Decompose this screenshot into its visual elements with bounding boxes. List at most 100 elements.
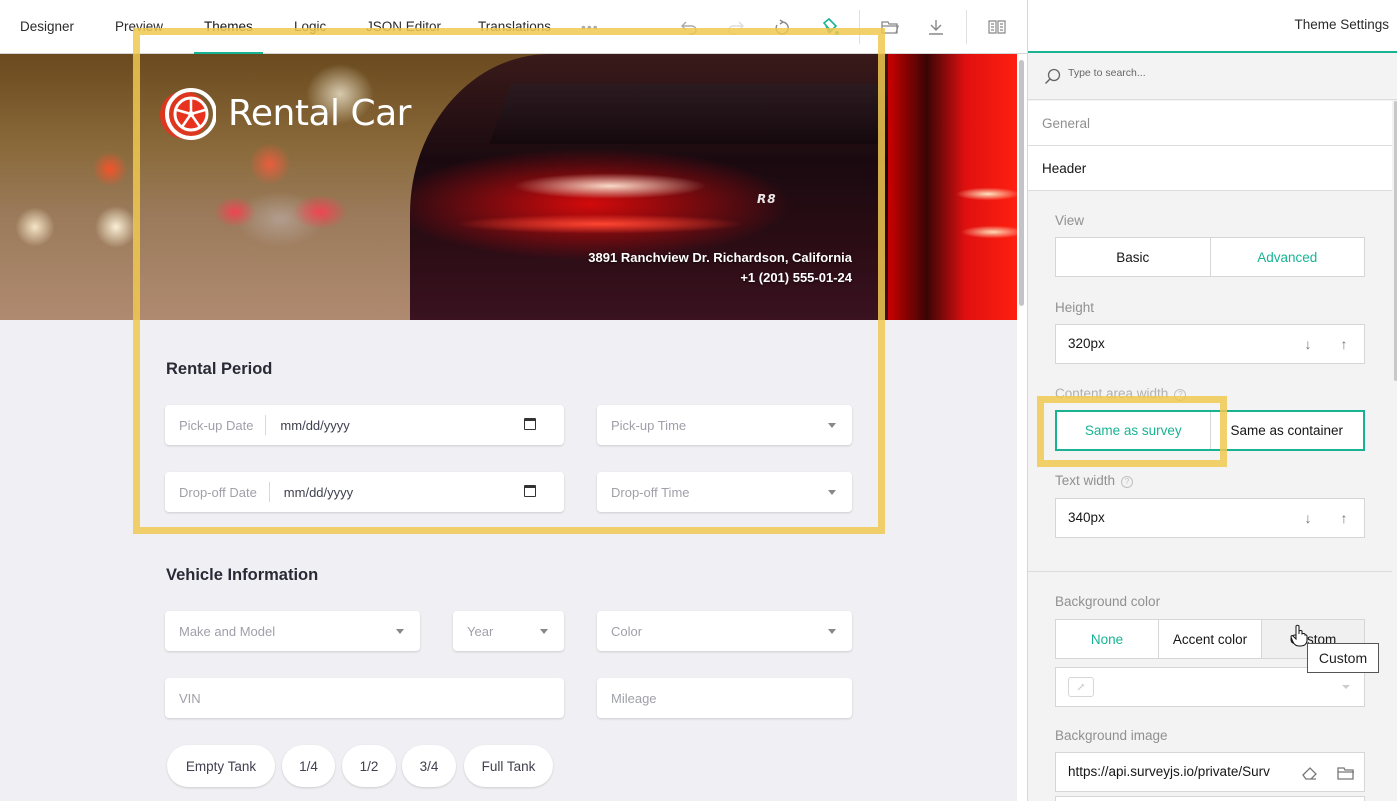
calendar-icon[interactable] [524,418,536,430]
year-dropdown[interactable]: Year [453,611,564,651]
pickup-date-field[interactable]: Pick-up Date mm/dd/yyyy [165,405,564,445]
text-width-input[interactable]: 340px ↓ ↑ [1055,498,1365,538]
height-input[interactable]: 320px ↓ ↑ [1055,324,1365,364]
fuel-option-three-quarter[interactable]: 3/4 [402,745,456,787]
chevron-down-icon [828,423,836,428]
content-width-toggle: Same as survey Same as container [1055,410,1365,451]
height-value[interactable]: 320px [1068,336,1105,351]
increase-arrow-icon[interactable]: ↑ [1334,499,1354,537]
vin-input[interactable]: VIN [165,678,564,718]
view-option-basic[interactable]: Basic [1056,238,1211,276]
content-width-label: Content area width? [1055,386,1187,401]
dropoff-date-value[interactable]: mm/dd/yyyy [284,485,353,500]
fuel-option-quarter[interactable]: 1/4 [282,745,335,787]
background-color-picker[interactable] [1055,667,1365,707]
open-folder-icon[interactable] [878,15,902,39]
theme-paint-icon[interactable] [818,15,842,39]
make-model-dropdown[interactable]: Make and Model [165,611,420,651]
fuel-option-empty[interactable]: Empty Tank [167,745,275,787]
red-light-blur [888,54,1017,320]
designer-toolbar: Designer Preview Themes Logic JSON Edito… [0,0,1027,54]
color-swatch[interactable] [1068,677,1094,697]
search-icon [1044,68,1061,85]
text-width-value[interactable]: 340px [1068,510,1105,525]
bg-color-option-accent[interactable]: Accent color [1159,620,1262,658]
mileage-input[interactable]: Mileage [597,678,852,718]
pickup-time-placeholder: Pick-up Time [611,417,687,433]
content-width-label-text: Content area width [1055,386,1169,401]
view-option-advanced[interactable]: Advanced [1211,238,1365,276]
calendar-icon[interactable] [524,485,536,497]
background-image-input[interactable]: https://api.surveyjs.io/private/Surv [1055,752,1365,792]
toolbar-separator [859,10,860,44]
help-icon[interactable]: ? [1121,476,1134,488]
decrease-arrow-icon[interactable]: ↓ [1298,325,1318,363]
year-placeholder: Year [467,623,494,639]
dropoff-time-placeholder: Drop-off Time [611,484,690,500]
text-width-label-text: Text width [1055,473,1116,488]
tab-themes[interactable]: Themes [194,0,263,54]
next-property-row [1055,796,1365,801]
survey-logo: Rental Car [160,86,411,142]
custom-tooltip: Custom [1307,643,1379,673]
toolbar-separator [966,10,967,44]
car-badge: R8 [757,192,777,206]
make-model-placeholder: Make and Model [179,623,276,639]
reset-icon[interactable] [770,15,794,39]
tab-translations[interactable]: Translations [478,0,551,54]
hand-cursor-icon [1290,624,1308,647]
chevron-down-icon [396,629,404,634]
background-image-label: Background image [1055,728,1168,743]
pickup-time-dropdown[interactable]: Pick-up Time [597,405,852,445]
text-width-label: Text width? [1055,473,1134,488]
folder-icon[interactable] [1336,763,1356,783]
panel-header: Theme Settings [1028,0,1397,53]
tab-preview[interactable]: Preview [115,0,163,54]
chevron-down-icon[interactable] [1342,685,1350,689]
color-dropdown[interactable]: Color [597,611,852,651]
address-text: 3891 Ranchview Dr. Richardson, Californi… [588,250,852,265]
decrease-arrow-icon[interactable]: ↓ [1298,499,1318,537]
increase-arrow-icon[interactable]: ↑ [1334,325,1354,363]
content-width-option-survey[interactable]: Same as survey [1057,412,1211,449]
fuel-option-full[interactable]: Full Tank [464,745,553,787]
background-color-label: Background color [1055,594,1161,609]
section-title-vehicle-information: Vehicle Information [166,566,319,584]
fuel-option-half[interactable]: 1/2 [342,745,396,787]
redo-icon[interactable] [724,15,748,39]
category-general[interactable]: General [1028,101,1392,146]
section-title-rental-period: Rental Period [166,360,273,378]
download-icon[interactable] [924,15,948,39]
vin-placeholder: VIN [179,690,201,706]
book-icon[interactable] [985,15,1009,39]
background-image-url[interactable]: https://api.surveyjs.io/private/Surv [1068,753,1280,791]
field-separator [265,415,267,435]
tab-logic[interactable]: Logic [294,0,326,54]
field-separator [268,482,270,502]
chevron-down-icon [828,629,836,634]
undo-icon[interactable] [677,15,701,39]
dropoff-date-field[interactable]: Drop-off Date mm/dd/yyyy [165,472,564,512]
dropoff-time-dropdown[interactable]: Drop-off Time [597,472,852,512]
search-input[interactable] [1068,67,1318,79]
tab-json-editor[interactable]: JSON Editor [366,0,441,54]
height-label: Height [1055,300,1095,315]
survey-canvas: R8 Rental Car 3891 Ranchview Dr. Richard… [0,54,1017,801]
survey-header-background: R8 Rental Car 3891 Ranchview Dr. Richard… [0,54,1017,320]
tab-designer[interactable]: Designer [20,0,74,54]
logo-title: Rental Car [228,93,411,134]
bg-color-option-none[interactable]: None [1056,620,1159,658]
color-placeholder: Color [611,623,643,639]
car-spoiler [489,84,901,144]
contact-info: 3891 Ranchview Dr. Richardson, Californi… [588,248,852,288]
view-label: View [1055,213,1085,228]
help-icon[interactable]: ? [1174,389,1187,401]
more-tabs-button[interactable]: ••• [581,0,599,54]
category-header[interactable]: Header [1028,146,1392,191]
content-width-option-container[interactable]: Same as container [1211,412,1364,449]
pickup-date-value[interactable]: mm/dd/yyyy [280,418,349,433]
property-search [1028,53,1397,100]
chevron-down-icon [828,490,836,495]
canvas-scrollbar[interactable] [1019,60,1024,306]
eraser-icon[interactable] [1300,763,1320,783]
